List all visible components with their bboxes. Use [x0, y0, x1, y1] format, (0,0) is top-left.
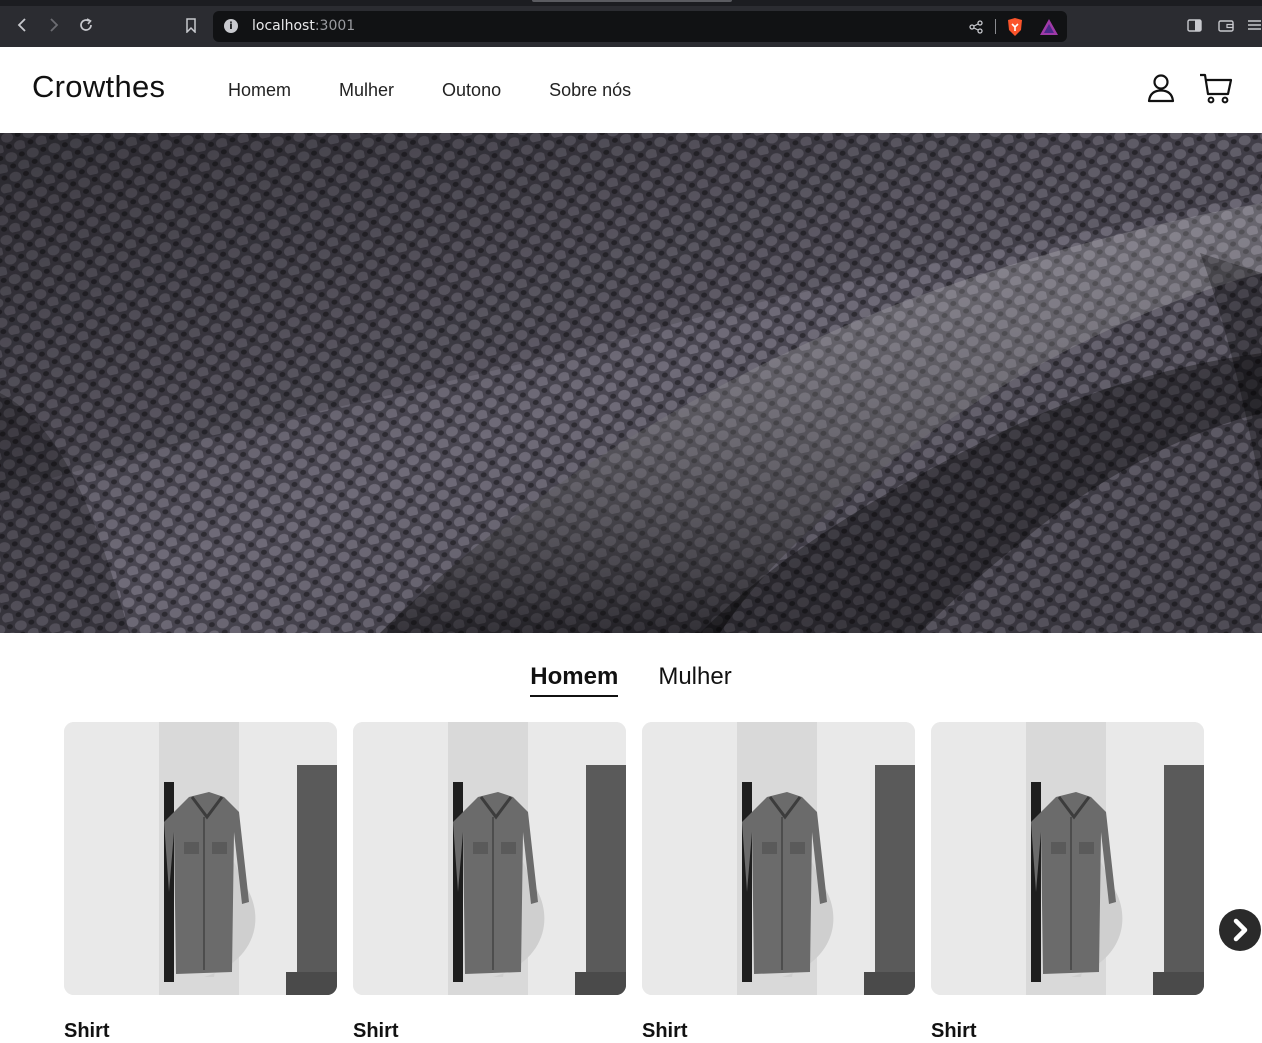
category-tabs: Homem Mulher	[0, 663, 1262, 697]
nav-outono[interactable]: Outono	[442, 80, 501, 101]
reload-icon[interactable]	[77, 16, 95, 34]
forward-icon[interactable]	[45, 16, 63, 34]
chevron-right-icon	[1233, 918, 1248, 942]
product-title[interactable]: Shirt	[353, 1020, 626, 1043]
product-card[interactable]: Shirt	[931, 722, 1204, 1043]
brave-rewards-icon[interactable]	[1038, 17, 1060, 37]
site-header: Crowthes Homem Mulher Outono Sobre nós	[0, 47, 1262, 133]
product-image[interactable]	[931, 722, 1204, 995]
site-logo[interactable]: Crowthes	[32, 69, 165, 105]
sidebar-icon[interactable]	[1185, 16, 1203, 34]
wallet-icon[interactable]	[1217, 16, 1235, 34]
tab-mulher[interactable]: Mulher	[658, 663, 731, 697]
cart-icon[interactable]	[1199, 71, 1233, 105]
share-icon[interactable]	[967, 17, 985, 37]
product-image[interactable]	[642, 722, 915, 995]
address-bar[interactable]: i localhost:3001	[213, 11, 1067, 42]
product-title[interactable]: Shirt	[642, 1020, 915, 1043]
main-nav: Homem Mulher Outono Sobre nós	[228, 80, 679, 101]
tab-homem[interactable]: Homem	[530, 663, 619, 697]
user-icon[interactable]	[1144, 71, 1178, 105]
nav-homem[interactable]: Homem	[228, 80, 291, 101]
address-bar-separator	[995, 19, 996, 34]
product-image[interactable]	[64, 722, 337, 995]
back-icon[interactable]	[13, 16, 31, 34]
nav-sobre-nos[interactable]: Sobre nós	[549, 80, 631, 101]
site-info-icon[interactable]: i	[224, 19, 238, 33]
product-title[interactable]: Shirt	[64, 1020, 337, 1043]
product-card[interactable]: Shirt	[64, 722, 337, 1043]
product-image[interactable]	[353, 722, 626, 995]
product-title[interactable]: Shirt	[931, 1020, 1204, 1043]
active-tab-indicator	[532, 0, 732, 2]
menu-icon[interactable]	[1247, 16, 1262, 34]
hero-image	[0, 133, 1262, 633]
product-card[interactable]: Shirt	[642, 722, 915, 1043]
carousel-next-button[interactable]	[1219, 909, 1261, 951]
url-text[interactable]: localhost:3001	[252, 18, 355, 34]
brave-shield-icon[interactable]	[1005, 17, 1025, 37]
bookmark-icon[interactable]	[182, 16, 200, 34]
nav-mulher[interactable]: Mulher	[339, 80, 394, 101]
browser-toolbar: i localhost:3001	[0, 0, 1262, 47]
product-card[interactable]: Shirt	[353, 722, 626, 1043]
